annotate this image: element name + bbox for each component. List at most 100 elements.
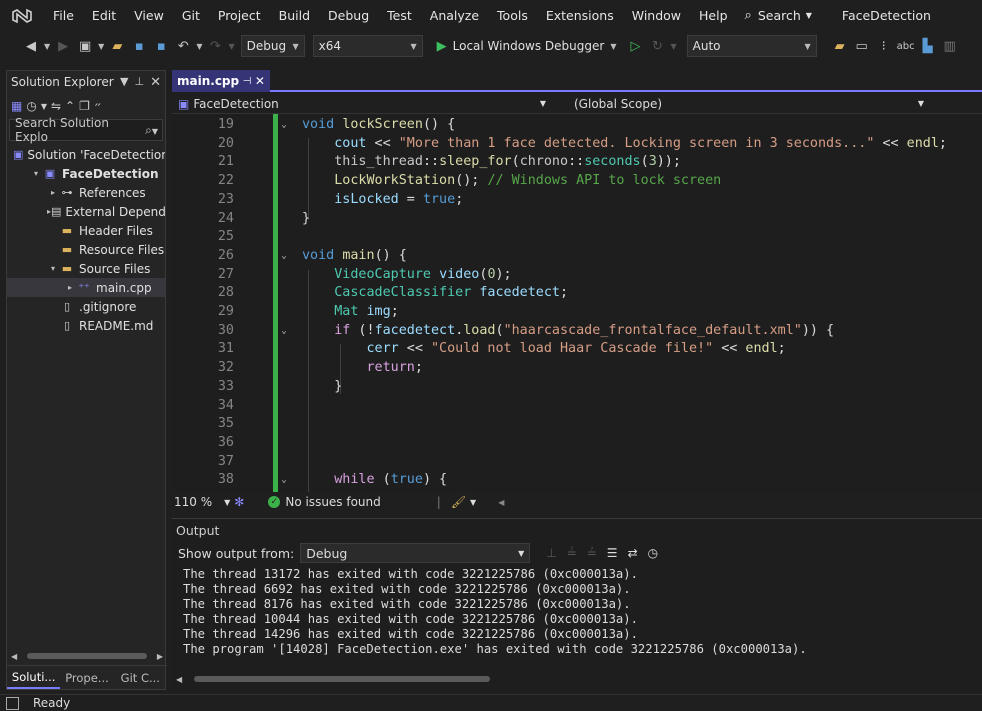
chevron-down-icon[interactable]: ▼ — [670, 42, 676, 51]
chevron-down-icon[interactable]: ▼ — [224, 498, 230, 507]
timestamp-icon[interactable]: ◷ — [648, 546, 658, 560]
platform-select[interactable]: x64 ▼ — [312, 35, 423, 57]
scroll-left-icon[interactable]: ◀ — [176, 675, 182, 684]
menu-git[interactable]: Git — [173, 0, 209, 31]
output-source-select[interactable]: Debug ▼ — [300, 543, 531, 563]
chevron-down-icon[interactable]: ▼ — [470, 498, 476, 507]
tree-item[interactable]: ▸ ⁺⁺ main.cpp — [7, 278, 165, 297]
chevron-down-icon[interactable]: ▼ — [44, 42, 50, 51]
visual-studio-logo-icon[interactable] — [0, 0, 44, 31]
close-icon[interactable]: ✕ — [150, 75, 161, 90]
scroll-left-icon[interactable]: ◀ — [11, 652, 17, 661]
find-message-icon[interactable]: ⊥ — [546, 546, 556, 560]
chevron-down-icon[interactable]: ▼ — [196, 42, 202, 51]
tree-item[interactable]: ▬ Resource Files — [7, 240, 165, 259]
menu-view[interactable]: View — [125, 0, 173, 31]
fold-toggle-icon[interactable]: ⌄ — [278, 247, 290, 266]
sync-icon[interactable]: ⇋ — [51, 99, 61, 113]
previous-message-icon[interactable]: ≟ — [567, 546, 577, 560]
run-debugger-button[interactable]: ▶ Local Windows Debugger ▼ — [433, 35, 621, 57]
tree-item[interactable]: ▾ ▬ Source Files — [7, 259, 165, 278]
navigate-forward-icon[interactable]: ▶ — [52, 35, 74, 57]
code-editor[interactable]: 19 ⌄ void lockScreen() {20 cout << "More t… — [172, 114, 982, 492]
spell-check-icon[interactable]: abc — [895, 35, 917, 57]
tree-item[interactable]: ▣ Solution 'FaceDetection — [7, 145, 165, 164]
tab-main-cpp[interactable]: main.cpp ⊣ ✕ — [172, 70, 270, 92]
solution-explorer-scrollbar[interactable]: ◀ ▶ — [11, 651, 163, 661]
scroll-left-icon[interactable]: ◀ — [498, 498, 504, 507]
solution-search-input[interactable]: Search Solution Explo ⌕▼ — [9, 116, 163, 144]
fold-toggle-icon[interactable]: ⌄ — [278, 116, 290, 135]
chevron-down-icon[interactable]: ▼ — [228, 42, 234, 51]
toolbox-icon[interactable]: ▙ — [917, 35, 939, 57]
undo-icon[interactable]: ↶ — [172, 35, 194, 57]
scroll-right-icon[interactable]: ▶ — [157, 652, 163, 661]
chevron-down-icon[interactable]: ▼ — [41, 102, 47, 111]
hot-reload-icon[interactable]: ↻ — [646, 35, 668, 57]
tree-item[interactable]: ▸ ⊶ References — [7, 183, 165, 202]
intellicode-icon[interactable]: ✻ — [234, 495, 244, 509]
breakpoints-icon[interactable]: ⁝ — [873, 35, 895, 57]
next-message-icon[interactable]: ≟ — [587, 546, 597, 560]
tree-item[interactable]: ▬ Header Files — [7, 221, 165, 240]
menu-debug[interactable]: Debug — [319, 0, 378, 31]
tab-soluti[interactable]: Soluti... — [7, 666, 61, 689]
configuration-select[interactable]: Debug ▼ — [240, 35, 305, 57]
new-project-icon[interactable]: ▣ — [74, 35, 96, 57]
output-text[interactable]: The thread 13172 has exited with code 32… — [172, 567, 982, 657]
auto-select[interactable]: Auto ▼ — [686, 35, 817, 57]
chevron-down-icon[interactable]: ▼ — [98, 42, 104, 51]
navigate-back-icon[interactable]: ◀ — [20, 35, 42, 57]
pin-icon[interactable]: ⊥ — [135, 75, 145, 90]
issues-status[interactable]: No issues found — [285, 495, 380, 509]
scrollbar-thumb[interactable] — [194, 676, 491, 682]
tab-gitc[interactable]: Git C... — [114, 666, 167, 689]
menu-test[interactable]: Test — [378, 0, 421, 31]
overflow-icon[interactable]: ״ — [94, 99, 102, 113]
switch-views-icon[interactable]: ▦ — [11, 99, 22, 113]
chevron-down-icon[interactable]: ▼ — [120, 75, 128, 90]
word-wrap-icon[interactable]: ⇄ — [628, 546, 638, 560]
window-layout-icon[interactable]: ▭ — [851, 35, 873, 57]
collapse-icon[interactable]: ▾ — [30, 169, 42, 178]
start-without-debugging-icon[interactable]: ▷ — [624, 35, 646, 57]
menu-edit[interactable]: Edit — [83, 0, 125, 31]
menu-file[interactable]: File — [44, 0, 83, 31]
search-button[interactable]: ⌕ Search ▼ — [737, 0, 820, 31]
menu-project[interactable]: Project — [209, 0, 270, 31]
open-folder-icon[interactable]: ▰ — [106, 35, 128, 57]
expand-icon[interactable]: ▸ — [47, 188, 59, 197]
fold-toggle-icon[interactable]: ⌄ — [278, 471, 290, 490]
clear-all-icon[interactable]: ☰ — [607, 546, 618, 560]
save-icon[interactable]: ▪ — [128, 35, 150, 57]
save-all-icon[interactable]: ▪ — [150, 35, 172, 57]
collapse-all-icon[interactable]: ⌃ — [65, 99, 75, 113]
menu-build[interactable]: Build — [270, 0, 319, 31]
tree-item[interactable]: ▯ .gitignore — [7, 297, 165, 316]
history-icon[interactable]: ◷ — [26, 99, 36, 113]
collapse-icon[interactable]: ▾ — [47, 264, 59, 273]
scrollbar-thumb[interactable] — [27, 653, 147, 659]
menu-window[interactable]: Window — [623, 0, 690, 31]
show-all-files-icon[interactable]: ❐ — [79, 99, 90, 113]
folder-view-icon[interactable]: ▰ — [829, 35, 851, 57]
close-icon[interactable]: ✕ — [255, 74, 265, 88]
pin-icon[interactable]: ⊣ — [243, 76, 252, 87]
menu-analyze[interactable]: Analyze — [421, 0, 488, 31]
menu-tools[interactable]: Tools — [488, 0, 537, 31]
menu-extensions[interactable]: Extensions — [537, 0, 623, 31]
tree-item[interactable]: ▸ ▤ External Depend — [7, 202, 165, 221]
brush-icon[interactable]: 🖌 — [451, 495, 466, 509]
project-scope-select[interactable]: ▣ FaceDetection ▼ — [172, 95, 552, 113]
tree-item[interactable]: ▾ ▣ FaceDetection — [7, 164, 165, 183]
global-scope-select[interactable]: (Global Scope) ▼ — [568, 95, 930, 113]
tab-prope[interactable]: Prope... — [60, 666, 113, 689]
fold-toggle-icon[interactable]: ⌄ — [278, 322, 290, 341]
zoom-level[interactable]: 110 % — [174, 495, 212, 509]
menu-help[interactable]: Help — [690, 0, 737, 31]
tree-item[interactable]: ▯ README.md — [7, 316, 165, 335]
output-scrollbar[interactable]: ◀ — [176, 674, 976, 684]
expand-icon[interactable]: ▸ — [64, 283, 76, 292]
redo-icon[interactable]: ↷ — [204, 35, 226, 57]
more-icon[interactable]: ▥ — [939, 35, 961, 57]
